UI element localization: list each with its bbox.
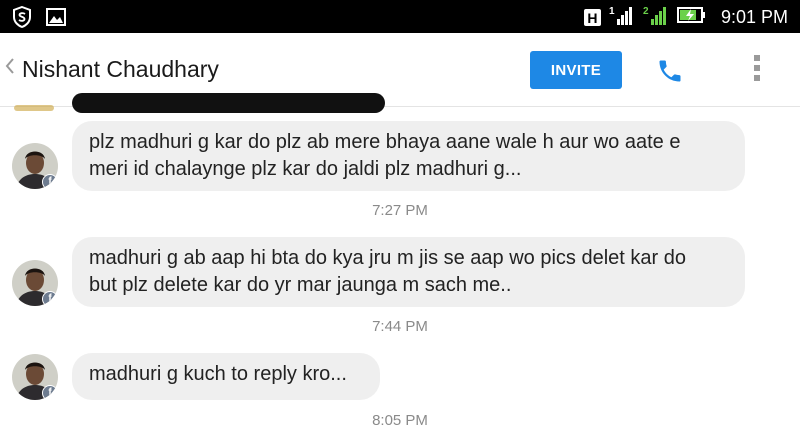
invite-button[interactable]: INVITE [530, 51, 622, 89]
avatar[interactable]: f [12, 354, 58, 400]
svg-text:2: 2 [643, 6, 649, 17]
back-chevron-icon[interactable] [4, 55, 16, 81]
facebook-badge-icon: f [42, 174, 58, 189]
signal-1-icon: 1 [609, 4, 635, 31]
status-bar: H 1 2 9:01 PM [0, 0, 800, 33]
status-time: 9:01 PM [720, 7, 788, 27]
message-bubble[interactable]: plz madhuri g kar do plz ab mere bhaya a… [72, 121, 745, 191]
phone-call-icon[interactable] [656, 57, 684, 90]
h-signal-icon: H [583, 9, 601, 26]
previous-avatar-fragment [14, 105, 54, 111]
contact-name[interactable]: Nishant Chaudhary [22, 56, 219, 83]
message-timestamp: 8:05 PM [372, 412, 428, 429]
message-timestamp: 7:44 PM [372, 318, 428, 335]
message-bubble[interactable]: madhuri g ab aap hi bta do kya jru m jis… [72, 237, 745, 307]
facebook-badge-icon: f [42, 291, 58, 306]
overflow-menu-icon[interactable] [752, 55, 762, 87]
avatar[interactable]: f [12, 143, 58, 189]
svg-text:1: 1 [609, 6, 615, 17]
message-timestamp: 7:27 PM [372, 202, 428, 219]
message-list[interactable]: f plz madhuri g kar do plz ab mere bhaya… [0, 93, 800, 431]
avatar[interactable]: f [12, 260, 58, 306]
battery-charging-icon [676, 5, 707, 30]
previous-message-bubble[interactable] [72, 93, 385, 113]
shield-icon [12, 5, 32, 33]
facebook-badge-icon: f [42, 385, 58, 400]
image-icon [46, 8, 66, 31]
message-bubble[interactable]: madhuri g kuch to reply kro... [72, 353, 380, 400]
signal-2-icon: 2 [643, 4, 669, 31]
